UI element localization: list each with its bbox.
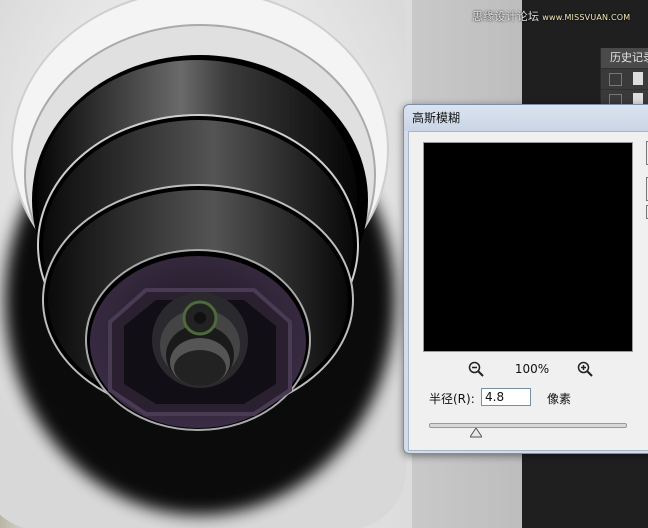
camera-lens-artwork [0, 0, 406, 528]
gaussian-blur-dialog: 高斯模糊 100% 半径(R): 像素 [403, 104, 648, 454]
history-row[interactable] [601, 68, 648, 89]
blur-preview[interactable] [423, 142, 633, 352]
slider-thumb-icon[interactable] [470, 428, 483, 438]
radius-unit-label: 像素 [547, 392, 572, 406]
watermark: 思缘设计论坛 www.MISSVUAN.COM [472, 8, 630, 24]
zoom-out-icon[interactable] [468, 361, 484, 377]
history-panel-title[interactable]: 历史记录 [601, 48, 648, 68]
zoom-percent: 100% [514, 362, 550, 376]
radius-input[interactable] [481, 388, 531, 406]
radius-label: 半径(R): [429, 392, 475, 406]
history-checkbox[interactable] [609, 73, 622, 86]
watermark-text: 思缘设计论坛 [472, 10, 540, 23]
history-doc-icon [633, 72, 643, 85]
watermark-site: www.MISSVUAN.COM [542, 13, 631, 22]
dialog-titlebar[interactable]: 高斯模糊 [404, 105, 648, 131]
zoom-controls: 100% [465, 360, 595, 378]
zoom-in-icon[interactable] [577, 361, 593, 377]
radius-slider[interactable] [429, 423, 627, 428]
dialog-body: 100% 半径(R): 像素 [408, 131, 648, 451]
